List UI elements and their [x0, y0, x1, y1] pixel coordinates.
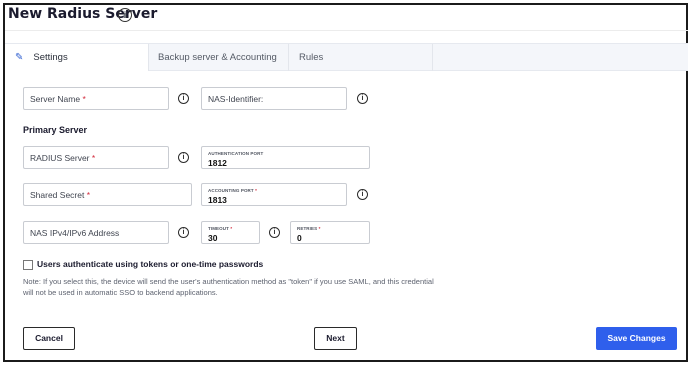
authentication-port-value: 1812 [208, 158, 227, 168]
shared-secret-placeholder: Shared Secret * [30, 189, 91, 200]
dialog-title: New Radius Server [8, 6, 158, 22]
accounting-port-label: ACCOUNTING PORT * [208, 188, 257, 193]
server-name-input[interactable]: Server Name * [23, 87, 169, 110]
token-auth-note: Note: If you select this, the device wil… [23, 277, 434, 297]
tab-label: Rules [299, 52, 324, 63]
radius-server-input[interactable]: RADIUS Server * [23, 146, 169, 169]
accounting-port-input[interactable]: ACCOUNTING PORT * 1813 [201, 183, 347, 206]
tab-divider [432, 44, 433, 71]
authentication-port-input[interactable]: AUTHENTICATION PORT 1812 [201, 146, 370, 169]
token-auth-checkbox[interactable] [23, 260, 33, 270]
cancel-button[interactable]: Cancel [23, 327, 75, 350]
save-changes-button[interactable]: Save Changes [596, 327, 677, 350]
radius-server-placeholder: RADIUS Server * [30, 152, 96, 163]
authentication-port-label: AUTHENTICATION PORT [208, 151, 264, 156]
retries-value: 0 [297, 233, 302, 243]
token-auth-label[interactable]: Users authenticate using tokens or one-t… [37, 259, 263, 269]
nas-ip-address-placeholder: NAS IPv4/IPv6 Address [30, 227, 120, 238]
info-icon[interactable]: i [178, 93, 189, 104]
tab-rules[interactable]: Rules [289, 44, 432, 71]
pencil-icon: ✎ [15, 52, 24, 63]
info-icon[interactable]: i [178, 152, 189, 163]
tab-label: Backup server & Accounting [158, 52, 277, 63]
info-icon[interactable]: i [357, 93, 368, 104]
next-button[interactable]: Next [314, 327, 357, 350]
server-name-placeholder: Server Name * [30, 93, 86, 104]
info-icon[interactable]: i [357, 189, 368, 200]
timeout-input[interactable]: TIMEOUT * 30 [201, 221, 260, 244]
primary-server-heading: Primary Server [23, 125, 88, 135]
timeout-label: TIMEOUT * [208, 226, 233, 231]
nas-identifier-placeholder: NAS-Identifier: [208, 93, 264, 104]
info-icon[interactable]: i [269, 227, 280, 238]
tab-label: Settings [33, 52, 68, 63]
nas-ip-address-input[interactable]: NAS IPv4/IPv6 Address [23, 221, 169, 244]
tab-bar: ✎ Settings Backup server & Accounting Rul… [5, 43, 688, 71]
header-divider [5, 30, 688, 31]
info-icon[interactable]: i [118, 8, 132, 22]
accounting-port-value: 1813 [208, 195, 227, 205]
shared-secret-input[interactable]: Shared Secret * [23, 183, 192, 206]
tab-settings[interactable]: ✎ Settings [5, 44, 148, 71]
retries-input[interactable]: RETRIES * 0 [290, 221, 370, 244]
nas-identifier-input[interactable]: NAS-Identifier: [201, 87, 347, 110]
info-icon[interactable]: i [178, 227, 189, 238]
timeout-value: 30 [208, 233, 218, 243]
retries-label: RETRIES * [297, 226, 321, 231]
tab-backup-accounting[interactable]: Backup server & Accounting [148, 44, 286, 71]
